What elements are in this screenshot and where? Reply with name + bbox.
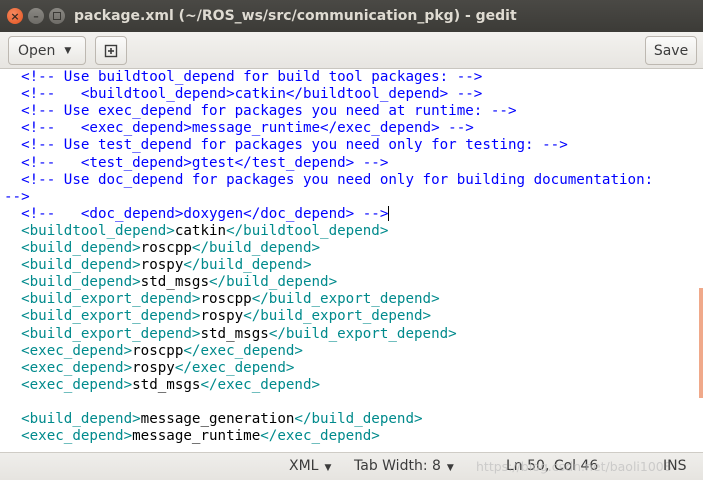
xml-tag: <buildtool_depend>	[4, 222, 175, 239]
comment-text: <!-- Use buildtool_depend for build tool…	[4, 69, 483, 85]
xml-tag: </build_depend>	[183, 257, 312, 274]
code-line: <!-- Use exec_depend for packages you ne…	[4, 103, 517, 120]
xml-tag: </exec_depend>	[174, 359, 295, 376]
code-line: <exec_depend>rospy</exec_depend>	[4, 360, 294, 377]
tag-content: rospy	[132, 359, 175, 376]
xml-tag: <build_depend>	[4, 257, 141, 274]
code-line: <exec_depend>roscpp</exec_depend>	[4, 343, 303, 360]
code-line: <build_export_depend>rospy</build_export…	[4, 308, 431, 325]
status-bar: XML ▼ Tab Width: 8 ▼ Ln 50, Col 46 https:/…	[0, 452, 703, 480]
tab-width-selector[interactable]: Tab Width: 8 ▼	[354, 453, 454, 480]
tag-content: std_msgs	[132, 376, 201, 393]
code-line: <exec_depend>message_runtime</exec_depen…	[4, 428, 380, 445]
minimize-icon[interactable]: –	[28, 8, 44, 24]
gedit-window: × – package.xml (~/ROS_ws/src/communicat…	[0, 0, 703, 480]
chevron-down-icon: ▼	[324, 463, 332, 473]
language-selector[interactable]: XML ▼	[289, 453, 331, 480]
new-document-icon	[104, 44, 118, 57]
xml-tag: </build_export_depend>	[243, 308, 432, 325]
xml-tag: </build_depend>	[209, 274, 338, 291]
chevron-down-icon: ▼	[64, 45, 72, 56]
tag-content: rospy	[140, 257, 184, 274]
maximize-icon[interactable]	[49, 8, 65, 24]
tab-width-label: Tab Width: 8	[354, 458, 441, 474]
tag-content: catkin	[174, 222, 227, 239]
header-bar: Open ▼ Save	[0, 32, 703, 69]
xml-tag: <exec_depend>	[4, 359, 133, 376]
tag-content: message_generation	[140, 411, 295, 427]
comment-text: <!-- Use exec_depend for packages you ne…	[4, 103, 517, 120]
xml-tag: </build_depend>	[191, 240, 321, 256]
xml-tag: </exec_depend>	[183, 342, 303, 359]
code-line: <build_depend>std_msgs</build_depend>	[4, 274, 337, 291]
tag-content: std_msgs	[140, 274, 210, 291]
code-line: <build_export_depend>std_msgs</build_exp…	[4, 326, 457, 343]
window-title: package.xml (~/ROS_ws/src/communication_…	[74, 8, 517, 24]
xml-tag: <exec_depend>	[4, 342, 133, 359]
code-line: <build_depend>roscpp</build_depend>	[4, 240, 320, 257]
code-line: -->	[4, 189, 30, 206]
code-line: <!-- Use test_depend for packages you ne…	[4, 137, 568, 154]
xml-tag: <exec_depend>	[4, 376, 133, 393]
new-document-button[interactable]	[95, 36, 127, 65]
xml-tag: </exec_depend>	[260, 428, 380, 445]
comment-text: <!-- <test_depend>gtest</test_depend> --…	[4, 154, 389, 171]
close-icon[interactable]: ×	[7, 8, 23, 24]
xml-tag: <build_export_depend>	[4, 325, 201, 342]
comment-text: <!-- <buildtool_depend>catkin</buildtool…	[4, 86, 483, 103]
code-line: <!-- <buildtool_depend>catkin</buildtool…	[4, 86, 482, 103]
xml-tag: </build_depend>	[294, 411, 423, 427]
tag-content: std_msgs	[200, 325, 269, 342]
xml-tag: <build_depend>	[4, 274, 141, 291]
comment-text: <!-- <doc_depend>doxygen</doc_depend> --…	[4, 205, 389, 222]
comment-text: <!-- <exec_depend>message_runtime</exec_…	[4, 120, 474, 137]
code-line: <!-- <doc_depend>doxygen</doc_depend> --…	[4, 205, 390, 223]
open-button[interactable]: Open ▼	[8, 36, 86, 65]
tag-content: roscpp	[200, 291, 252, 308]
code-line: <build_depend>rospy</build_depend>	[4, 257, 312, 274]
insert-mode: INS	[663, 458, 687, 474]
tag-content: roscpp	[140, 240, 192, 256]
comment-text: -->	[4, 188, 30, 205]
xml-tag: </build_export_depend>	[251, 291, 440, 308]
tag-content: message_runtime	[132, 428, 261, 445]
xml-tag: <build_export_depend>	[4, 308, 201, 325]
code-line: <exec_depend>std_msgs</exec_depend>	[4, 377, 320, 394]
watermark: https://blog.csdn.net/baoli1008	[476, 459, 672, 474]
chevron-down-icon: ▼	[446, 463, 454, 473]
xml-tag: <build_depend>	[4, 411, 141, 427]
text-cursor	[388, 205, 390, 221]
xml-tag: </buildtool_depend>	[226, 222, 389, 239]
title-bar[interactable]: × – package.xml (~/ROS_ws/src/communicat…	[0, 0, 703, 32]
xml-tag: <build_depend>	[4, 240, 141, 256]
code-line: <!-- Use doc_depend for packages you nee…	[4, 172, 653, 189]
language-label: XML	[289, 458, 319, 474]
comment-text: <!-- Use test_depend for packages you ne…	[4, 137, 568, 154]
tag-content: rospy	[200, 308, 244, 325]
comment-text: <!-- Use doc_depend for packages you nee…	[4, 171, 654, 188]
xml-tag: <exec_depend>	[4, 428, 133, 445]
tag-content: roscpp	[132, 342, 184, 359]
text-editor[interactable]: <!-- Use buildtool_depend for build tool…	[0, 69, 703, 452]
code-line: <build_export_depend>roscpp</build_expor…	[4, 291, 440, 308]
xml-tag: <build_export_depend>	[4, 291, 201, 308]
save-button[interactable]: Save	[645, 36, 697, 65]
code-line: <!-- <exec_depend>message_runtime</exec_…	[4, 120, 474, 137]
code-line: <!-- <test_depend>gtest</test_depend> --…	[4, 155, 388, 172]
scrollbar[interactable]	[699, 288, 703, 398]
open-button-label: Open	[18, 42, 56, 59]
code-line: <buildtool_depend>catkin</buildtool_depe…	[4, 223, 388, 240]
save-button-label: Save	[653, 42, 689, 59]
code-line: <!-- Use buildtool_depend for build tool…	[4, 69, 482, 86]
xml-tag: </exec_depend>	[200, 376, 321, 393]
xml-tag: </build_export_depend>	[268, 325, 457, 342]
code-line: <build_depend>message_generation</build_…	[4, 411, 423, 428]
